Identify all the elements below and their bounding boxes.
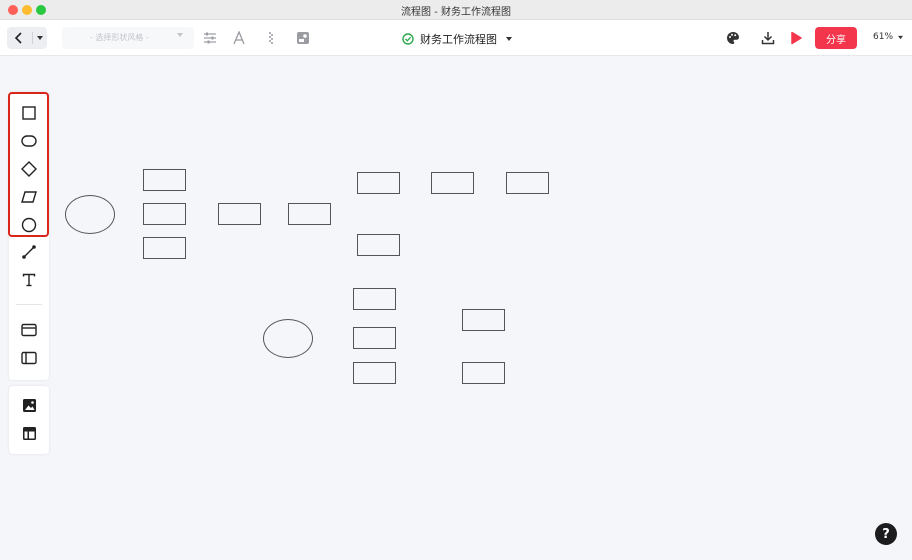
download-icon [761,32,775,45]
check-circle-icon [402,33,414,45]
toolbar: - 选择形状风格 - 财务工作流程图 分享 61% [0,20,912,56]
caret-down-icon [177,33,183,37]
nav-dropdown-button[interactable] [33,27,47,49]
download-button[interactable] [760,30,776,46]
present-button[interactable] [788,30,804,46]
flowchart-box[interactable] [288,203,331,225]
flowchart-box[interactable] [462,309,505,331]
caret-down-icon [506,37,512,41]
fill-icon [269,32,273,44]
sliders-icon [204,32,216,44]
font-button[interactable] [231,30,247,46]
theme-button[interactable] [725,30,741,46]
document-title-area[interactable]: 财务工作流程图 [402,31,513,47]
adjust-button[interactable] [202,30,218,46]
font-icon [233,31,245,45]
caret-down-icon [37,36,43,40]
flowchart-box[interactable] [218,203,261,225]
shape-style-select[interactable]: - 选择形状风格 - [62,27,194,49]
flowchart-box[interactable] [353,327,396,349]
flowchart-box[interactable] [462,362,505,384]
flowchart-box[interactable] [353,362,396,384]
flowchart-box[interactable] [143,169,186,191]
help-button[interactable]: ? [875,523,897,545]
title-bar: 流程图 - 财务工作流程图 [0,0,912,20]
flowchart-canvas[interactable] [0,57,912,560]
back-button[interactable] [7,27,31,49]
flowchart-box[interactable] [143,203,186,225]
image-style-button[interactable] [295,30,311,46]
play-icon [791,31,802,45]
fill-button[interactable] [264,30,280,46]
flowchart-ellipse[interactable] [263,319,313,358]
shape-style-placeholder: - 选择形状风格 - [90,33,149,42]
zoom-level: 61% [873,32,894,42]
document-title: 财务工作流程图 [420,33,497,46]
caret-down-icon [898,35,904,39]
flowchart-box[interactable] [357,172,400,194]
chevron-left-icon [14,32,22,44]
image-icon [297,32,309,44]
flowchart-ellipse[interactable] [65,195,115,234]
palette-icon [727,32,739,44]
flowchart-box[interactable] [353,288,396,310]
window-title: 流程图 - 财务工作流程图 [401,7,511,18]
flowchart-box[interactable] [357,234,400,256]
flowchart-box[interactable] [143,237,186,259]
nav-group [7,27,47,49]
flowchart-box[interactable] [431,172,474,194]
share-button[interactable]: 分享 [815,27,857,49]
zoom-select[interactable]: 61% [873,32,904,42]
flowchart-box[interactable] [506,172,549,194]
